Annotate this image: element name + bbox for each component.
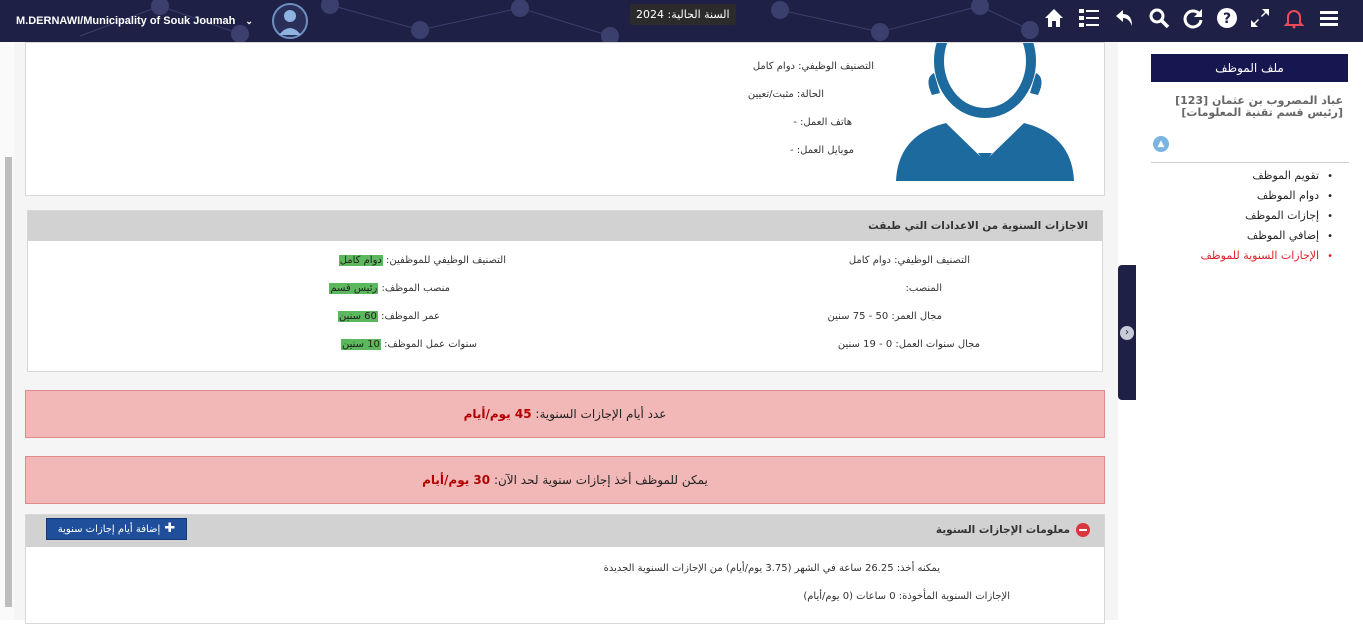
back-icon[interactable] <box>1112 7 1136 31</box>
employee-name: عباد المصروب بن عثمان [123] [رئيس قسم تق… <box>1175 94 1343 119</box>
employee-file-title: ملف الموظف <box>1151 54 1348 82</box>
employee-years-label: سنوات عمل الموظف: <box>384 339 477 350</box>
page-scrollbar[interactable] <box>0 42 14 620</box>
info-line-monthly-entitlement: يمكنه أخذ: 26.25 ساعة في الشهر (3.75 يوم… <box>603 563 940 574</box>
applied-years-range: مجال سنوات العمل: 0 - 19 سنين <box>837 339 980 350</box>
employee-classification: التصنيف الوظيفي للموظفين: دوام كامل <box>338 255 506 266</box>
employee-age-label: عمر الموظف: <box>381 311 440 322</box>
svg-text:?: ? <box>1223 11 1231 27</box>
employee-position-label: منصب الموظف: <box>381 283 451 294</box>
collapse-minus-icon[interactable] <box>1076 523 1090 537</box>
menu-item-annual-leaves[interactable]: الإجازات السنوية للموظف <box>1201 246 1333 266</box>
scrollbar-thumb[interactable] <box>5 157 12 607</box>
menu-item-employee-calendar[interactable]: تقويم الموظف <box>1201 166 1333 186</box>
employee-classification-label: التصنيف الوظيفي للموظفين: <box>386 255 506 266</box>
user-name: M.DERNAWI/Municipality of Souk Joumah <box>16 15 236 27</box>
help-icon[interactable]: ? <box>1215 7 1239 31</box>
chevron-up-icon[interactable]: ▲ <box>1153 136 1169 152</box>
profile-work-phone: هاتف العمل: - <box>793 117 852 128</box>
employee-classification-value: دوام كامل <box>338 255 383 266</box>
employee-years: سنوات عمل الموظف: 10 سنين <box>340 339 477 350</box>
menu-icon[interactable] <box>1317 7 1341 31</box>
settings-title: الاجازات السنوية من الاعدادات التي طبقت <box>868 220 1088 232</box>
add-annual-leave-days-label: إضافة أيام إجازات سنوية <box>57 524 161 535</box>
list-icon[interactable] <box>1077 7 1101 31</box>
available-leave-value: 30 يوم/أيام <box>422 473 491 487</box>
info-title: معلومات الإجازات السنوية <box>935 524 1070 536</box>
employee-age: عمر الموظف: 60 سنين <box>337 311 440 322</box>
annual-leave-days-alert: عدد أيام الإجازات السنوية: 45 يوم/أيام <box>25 390 1105 438</box>
bell-icon[interactable] <box>1282 7 1306 31</box>
menu-item-employee-attendance[interactable]: دوام الموظف <box>1201 186 1333 206</box>
annual-leave-days-value: 45 يوم/أيام <box>463 407 532 421</box>
applied-classification: التصنيف الوظيفي: دوام كامل <box>848 255 970 266</box>
available-leave-label: يمكن للموظف أخذ إجازات سنوية لحد الآن: <box>493 473 708 487</box>
employee-photo-placeholder <box>896 43 1074 181</box>
user-menu[interactable]: M.DERNAWI/Municipality of Souk Joumah ⌄ <box>16 0 253 42</box>
profile-work-mobile: موبايل العمل: - <box>789 145 854 156</box>
employee-menu: تقويم الموظف دوام الموظف إجازات الموظف إ… <box>1201 166 1333 266</box>
current-year: السنة الحالية: 2024 <box>630 4 736 25</box>
top-bar: M.DERNAWI/Municipality of Souk Joumah ⌄ … <box>0 0 1363 42</box>
profile-classification: التصنيف الوظيفي: دوام كامل <box>752 61 874 72</box>
fullscreen-icon[interactable] <box>1248 7 1272 31</box>
search-icon[interactable] <box>1147 7 1171 31</box>
employee-position: منصب الموظف: رئيس قسم <box>329 283 450 294</box>
chevron-down-icon: ⌄ <box>245 15 253 26</box>
add-annual-leave-days-button[interactable]: ✚إضافة أيام إجازات سنوية <box>46 518 187 540</box>
applied-age-range: مجال العمر: 50 - 75 سنين <box>827 311 942 322</box>
employee-age-value: 60 سنين <box>337 311 378 322</box>
main-content: التصنيف الوظيفي: دوام كامل الحالة: مثبت/… <box>14 42 1118 624</box>
refresh-icon[interactable] <box>1181 7 1205 31</box>
chevron-right-icon[interactable]: › <box>1120 326 1134 340</box>
employee-position-value: رئيس قسم <box>329 283 379 294</box>
home-icon[interactable] <box>1042 7 1066 31</box>
plus-icon: ✚ <box>164 521 176 536</box>
profile-status: الحالة: مثبت/تعيين <box>747 89 824 100</box>
avatar[interactable] <box>272 3 308 39</box>
info-line-taken: الإجازات السنوية المأخوذة: 0 ساعات (0 يو… <box>803 591 1010 602</box>
applied-settings-card: الاجازات السنوية من الاعدادات التي طبقت … <box>27 210 1103 372</box>
menu-item-employee-overtime[interactable]: إضافي الموظف <box>1201 226 1333 246</box>
settings-header: الاجازات السنوية من الاعدادات التي طبقت <box>28 211 1102 241</box>
annual-leave-days-label: عدد أيام الإجازات السنوية: <box>535 407 667 421</box>
info-header: معلومات الإجازات السنوية ✚إضافة أيام إجا… <box>26 515 1104 547</box>
profile-card: التصنيف الوظيفي: دوام كامل الحالة: مثبت/… <box>25 42 1105 196</box>
employee-sidebar: ملف الموظف عباد المصروب بن عثمان [123] [… <box>1136 42 1363 620</box>
annual-leave-info-panel: معلومات الإجازات السنوية ✚إضافة أيام إجا… <box>25 514 1105 624</box>
applied-position: المنصب: <box>905 283 942 294</box>
menu-item-employee-leaves[interactable]: إجازات الموظف <box>1201 206 1333 226</box>
available-leave-alert: يمكن للموظف أخذ إجازات سنوية لحد الآن: 3… <box>25 456 1105 504</box>
sidebar-divider <box>1151 162 1349 163</box>
employee-years-value: 10 سنين <box>340 339 381 350</box>
